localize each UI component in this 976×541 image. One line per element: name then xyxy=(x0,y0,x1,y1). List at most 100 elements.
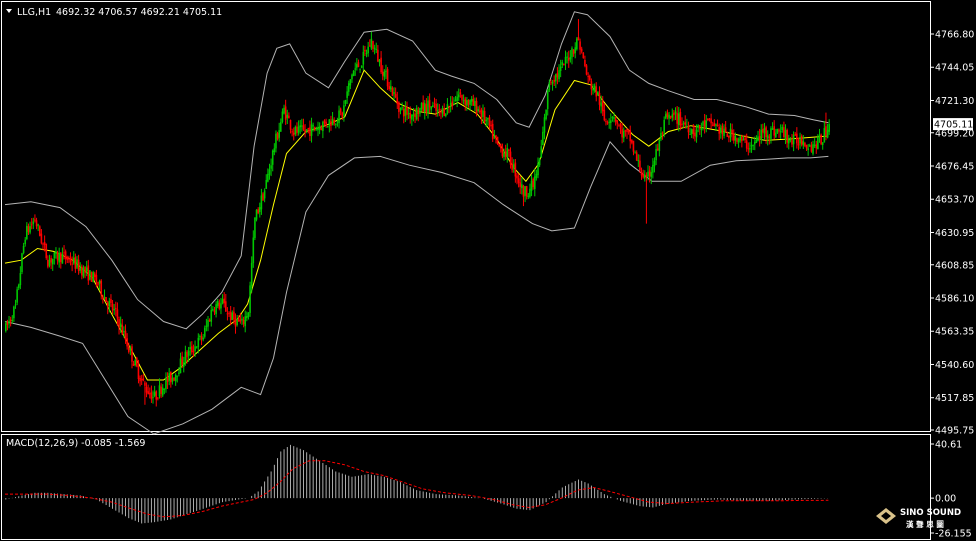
candle-body xyxy=(380,57,382,73)
candle-body xyxy=(200,336,203,340)
candle-body xyxy=(189,347,192,350)
current-price-tag: 4705.11 xyxy=(933,118,973,131)
candle-body xyxy=(375,49,378,51)
candle-body xyxy=(453,103,455,105)
candle-body xyxy=(414,113,416,118)
candle-body xyxy=(726,133,729,137)
candle-body xyxy=(707,118,709,121)
candle-body xyxy=(789,139,792,141)
candle-body xyxy=(703,119,706,127)
bull-candle xyxy=(352,70,355,77)
candle-body xyxy=(260,195,263,210)
candle-body xyxy=(723,128,725,136)
candle-body xyxy=(750,145,753,147)
candle-body xyxy=(470,98,473,102)
candle-body xyxy=(627,131,630,133)
candle-body xyxy=(742,139,745,141)
candle-body xyxy=(561,62,564,65)
candle-body xyxy=(347,83,350,92)
candle-body xyxy=(577,37,580,41)
candle-body xyxy=(401,107,403,109)
candle-body xyxy=(532,178,534,188)
candle-body xyxy=(265,179,268,189)
bull-candle xyxy=(254,217,256,241)
candle-body xyxy=(776,128,779,133)
candle-body xyxy=(267,173,269,182)
candle-body xyxy=(373,47,376,49)
candle-body xyxy=(661,132,664,134)
candle-body xyxy=(174,374,177,382)
candle-body xyxy=(160,386,162,394)
candle-body xyxy=(556,72,559,78)
price-tick-label: 4608.85 xyxy=(935,260,974,271)
candle-body xyxy=(396,97,399,105)
candle-body xyxy=(622,131,625,139)
bull-candle xyxy=(92,270,94,283)
candle-body xyxy=(32,221,35,225)
candle-body xyxy=(291,131,293,133)
candle-body xyxy=(60,252,62,262)
candle-body xyxy=(705,120,708,129)
candle-body xyxy=(810,145,813,152)
candle-body xyxy=(677,113,680,125)
candle-body xyxy=(349,79,352,86)
bull-candle xyxy=(16,286,18,306)
candle-body xyxy=(443,108,445,116)
candle-body xyxy=(540,146,543,158)
candle-body xyxy=(771,128,774,130)
candle-body xyxy=(781,126,784,131)
price-tick-label: 4653.70 xyxy=(935,195,974,206)
candle-body xyxy=(398,102,400,113)
candle-body xyxy=(118,319,120,329)
bull-candle xyxy=(249,281,251,317)
candle-body xyxy=(271,150,274,165)
candle-body xyxy=(406,106,408,115)
candle-body xyxy=(558,70,560,80)
candle-body xyxy=(660,132,662,140)
candle-body xyxy=(635,152,638,161)
candle-body xyxy=(553,79,555,82)
bull-candle xyxy=(21,252,23,275)
candle-body xyxy=(137,365,140,380)
candle-body xyxy=(364,49,366,52)
candle-body xyxy=(626,129,628,132)
candle-body xyxy=(50,258,52,263)
candle-body xyxy=(184,351,187,364)
candle-body xyxy=(525,186,528,197)
candle-body xyxy=(567,57,570,61)
candle-body xyxy=(203,327,206,337)
candle-body xyxy=(545,109,547,119)
candle-body xyxy=(729,128,732,138)
candle-body xyxy=(495,135,497,139)
candle-body xyxy=(791,140,793,145)
candle-body xyxy=(173,377,175,381)
candle-body xyxy=(757,136,759,141)
candle-body xyxy=(63,252,65,254)
candle-body xyxy=(93,273,96,278)
candle-body xyxy=(16,289,18,303)
candle-body xyxy=(624,130,627,132)
bear-candle xyxy=(173,377,175,382)
candle-body xyxy=(629,130,632,142)
candle-body xyxy=(394,93,397,98)
candle-body xyxy=(614,118,617,122)
candle-body xyxy=(212,308,214,311)
candle-body xyxy=(690,129,693,134)
candle-body xyxy=(588,75,591,81)
candle-body xyxy=(119,323,122,328)
candle-body xyxy=(328,119,331,126)
candle-body xyxy=(619,124,622,129)
candle-body xyxy=(698,124,701,129)
candle-body xyxy=(304,129,306,132)
candle-body xyxy=(127,346,130,352)
candle-body xyxy=(805,144,808,149)
candle-body xyxy=(64,251,67,260)
candle-body xyxy=(411,114,413,120)
logo-name: SINO SOUND xyxy=(900,508,961,518)
candle-body xyxy=(56,252,59,261)
candle-body xyxy=(315,129,318,131)
candle-body xyxy=(648,170,651,177)
candle-body xyxy=(802,141,805,146)
candle-body xyxy=(115,307,117,310)
candle-body xyxy=(288,115,290,119)
